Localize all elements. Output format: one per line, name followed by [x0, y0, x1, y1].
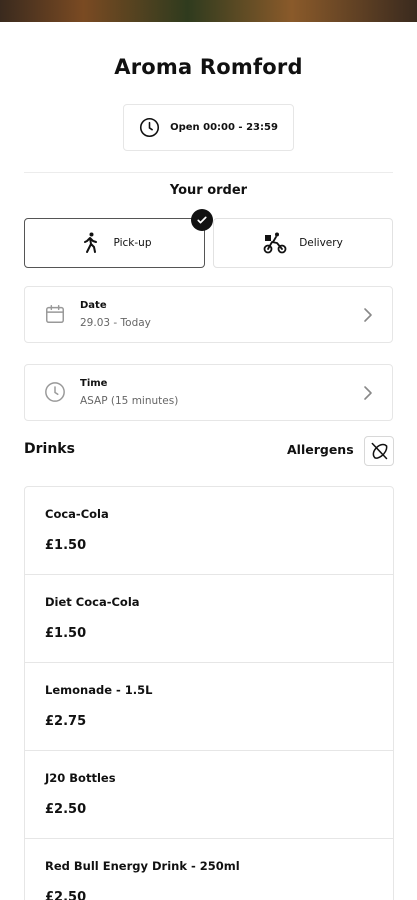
menu-item[interactable]: Red Bull Energy Drink - 250ml £2.50 [25, 839, 393, 900]
delivery-option[interactable]: Delivery [213, 218, 393, 268]
selected-check-icon [191, 209, 213, 231]
date-label: Date [80, 300, 107, 311]
chevron-right-icon [364, 386, 372, 400]
item-price: £1.50 [45, 538, 87, 553]
item-price: £2.50 [45, 890, 87, 900]
item-name: Diet Coca-Cola [45, 595, 140, 609]
allergens-button[interactable] [364, 436, 394, 466]
walking-person-icon [83, 232, 97, 253]
item-name: Coca-Cola [45, 507, 109, 521]
menu-item[interactable]: Diet Coca-Cola £1.50 [25, 575, 393, 663]
your-order-heading: Your order [169, 183, 248, 198]
calendar-icon [46, 305, 64, 323]
item-price: £2.75 [45, 714, 87, 729]
clock-icon [45, 382, 65, 402]
menu-item[interactable]: J20 Bottles £2.50 [25, 751, 393, 839]
item-name: Lemonade - 1.5L [45, 683, 153, 697]
opening-hours-badge: Open 00:00 - 23:59 [123, 104, 294, 151]
pickup-label: Pick-up [113, 237, 152, 249]
time-selector[interactable]: Time ASAP (15 minutes) [24, 364, 393, 421]
divider [24, 172, 393, 173]
menu-list: Coca-Cola £1.50 Diet Coca-Cola £1.50 Lem… [24, 486, 394, 900]
time-value: ASAP (15 minutes) [80, 395, 179, 407]
hero-image [0, 0, 417, 22]
item-price: £2.50 [45, 802, 87, 817]
menu-item[interactable]: Lemonade - 1.5L £2.75 [25, 663, 393, 751]
time-label: Time [80, 378, 108, 389]
item-price: £1.50 [45, 626, 87, 641]
menu-item[interactable]: Coca-Cola £1.50 [25, 487, 393, 575]
opening-hours-text: Open 00:00 - 23:59 [170, 122, 278, 133]
date-selector[interactable]: Date 29.03 - Today [24, 286, 393, 343]
date-value: 29.03 - Today [80, 317, 151, 329]
chevron-right-icon [364, 308, 372, 322]
restaurant-name: Aroma Romford [114, 55, 303, 79]
category-title: Drinks [24, 441, 75, 457]
delivery-bike-icon [263, 232, 287, 254]
clock-icon [140, 117, 160, 138]
allergen-nut-icon [371, 442, 388, 460]
item-name: J20 Bottles [45, 771, 116, 785]
delivery-label: Delivery [299, 237, 343, 249]
pickup-option[interactable]: Pick-up [24, 218, 205, 268]
allergens-label: Allergens [287, 442, 354, 457]
item-name: Red Bull Energy Drink - 250ml [45, 859, 240, 873]
